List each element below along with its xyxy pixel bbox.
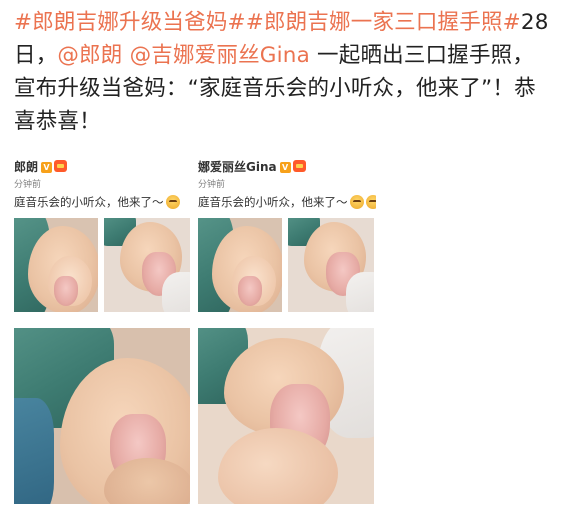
emoji-icon: [165, 195, 180, 209]
emoji-icon: [365, 195, 376, 209]
member-badge-icon: [292, 160, 306, 172]
photo-shape-blanket: [162, 272, 190, 312]
post-time: 分钟前: [198, 180, 226, 190]
photo-shape-baby-hand: [54, 276, 78, 306]
hashtag-link[interactable]: #郎朗吉娜一家三口握手照#: [246, 10, 521, 35]
verified-v-icon: V: [41, 162, 53, 173]
photo-large[interactable]: [198, 328, 374, 504]
photo-thumbnail[interactable]: [104, 218, 190, 312]
post-time: 分钟前: [14, 180, 42, 190]
screenshot-post-left: 郎朗 V 分钟前 庭音乐会的小听众，他来了～: [14, 152, 192, 504]
mention-link[interactable]: @吉娜爱丽丝Gina: [130, 43, 310, 68]
emoji-icon: [349, 195, 364, 209]
verified-v-icon: V: [279, 162, 291, 173]
screenshot-post-body: 庭音乐会的小听众，他来了～: [198, 195, 348, 209]
post-text: #郎朗吉娜升级当爸妈##郎朗吉娜一家三口握手照#28日，@郎朗 @吉娜爱丽丝Gi…: [14, 6, 554, 138]
photo-thumbnail[interactable]: [14, 218, 98, 312]
photo-shape-blanket: [346, 272, 374, 312]
screenshot-author[interactable]: 郎朗 V: [14, 158, 68, 175]
screenshot-post-text: 庭音乐会的小听众，他来了～: [14, 194, 180, 210]
screenshot-post-text: 庭音乐会的小听众，他来了～: [198, 194, 376, 210]
photo-thumbnail[interactable]: [198, 218, 282, 312]
hashtag-link[interactable]: #郎朗吉娜升级当爸妈#: [14, 10, 246, 35]
member-badge-icon: [54, 160, 68, 172]
screenshot-author[interactable]: 娜爱丽丝Gina V: [198, 158, 306, 175]
screenshot-post-body: 庭音乐会的小听众，他来了～: [14, 195, 164, 209]
mention-link[interactable]: @郎朗: [57, 43, 122, 68]
author-name[interactable]: 郎朗: [14, 160, 38, 174]
photo-shape-baby-hand: [238, 276, 262, 306]
author-name[interactable]: 娜爱丽丝Gina: [198, 160, 277, 174]
photo-thumbnail[interactable]: [288, 218, 374, 312]
photo-shape-sleeve: [14, 398, 54, 504]
screenshot-post-right: 娜爱丽丝Gina V 分钟前 庭音乐会的小听众，他来了～: [198, 152, 376, 504]
photo-large[interactable]: [14, 328, 190, 504]
